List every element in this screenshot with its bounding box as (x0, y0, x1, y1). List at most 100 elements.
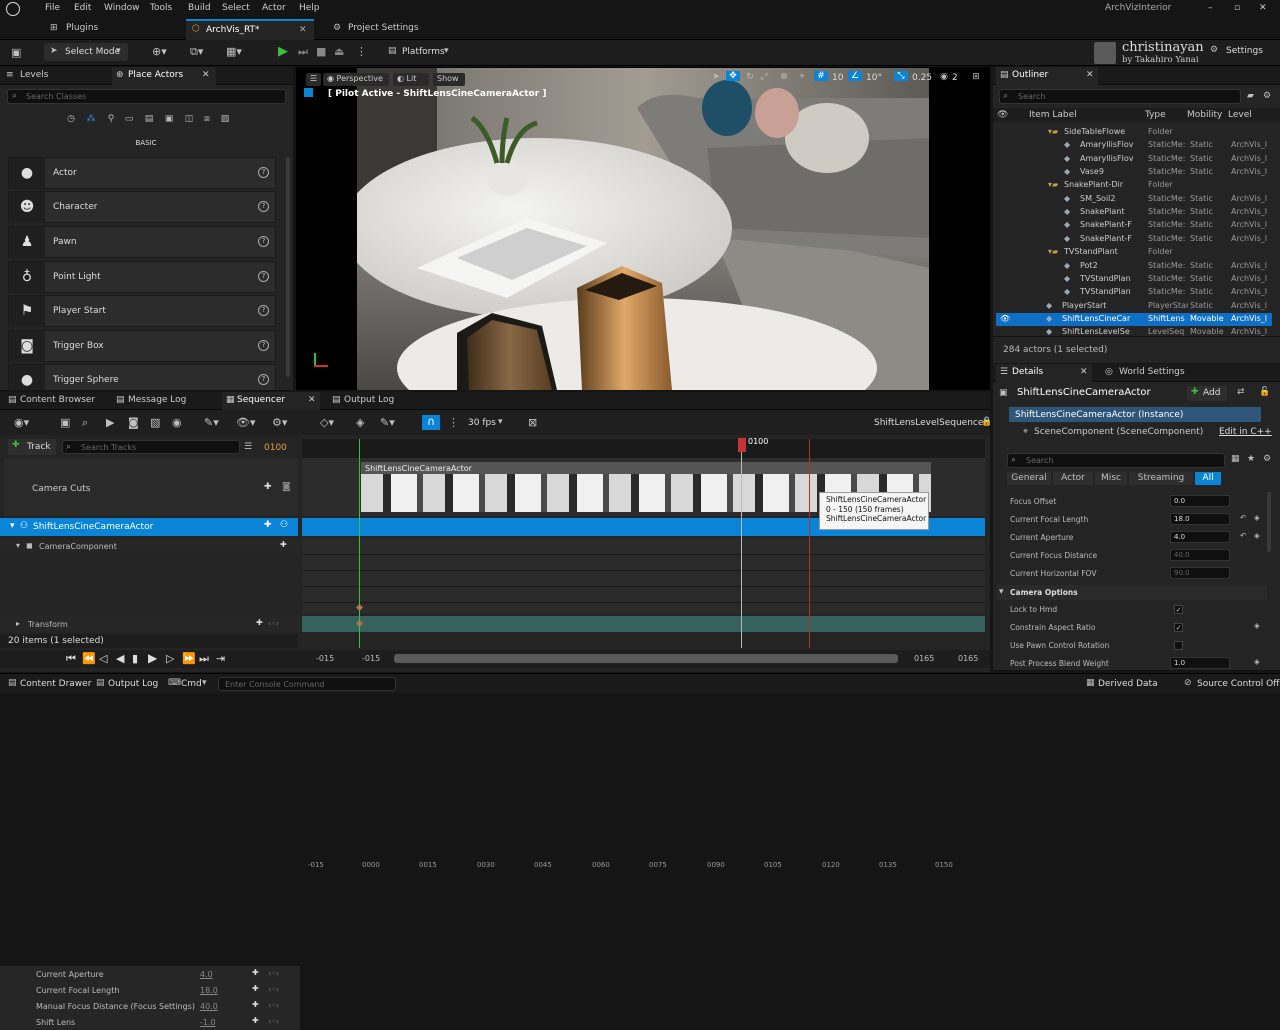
world-local-icon[interactable]: ⊕ (778, 72, 790, 82)
visibility-icon[interactable]: 👁 (1000, 314, 1010, 323)
camera-cuts-track-row[interactable]: Camera Cuts ✚ ◙ (4, 458, 298, 516)
tab-message-log[interactable]: Message Log (128, 395, 186, 405)
key-navigation-icon[interactable]: ‹◦› (268, 619, 279, 628)
timeline-scrollbar[interactable] (394, 654, 898, 663)
menu-actor[interactable]: Actor (262, 3, 286, 13)
tab-details[interactable]: ☰ Details ✕ (996, 364, 1092, 382)
sequencer-property-row[interactable]: Shift Lens -1.0 ✚ ‹◦› (0, 1014, 300, 1030)
scrollbar[interactable] (286, 157, 290, 377)
tab-output-log[interactable]: Output Log (344, 395, 394, 405)
stop-icon[interactable]: ▮ (132, 652, 138, 665)
volumes-icon[interactable]: ⧈ (200, 114, 214, 124)
actor-item-trigger-sphere[interactable]: ● Trigger Sphere? (8, 364, 276, 390)
console-command-input[interactable]: Enter Console Command (218, 677, 396, 691)
add-key-icon[interactable]: ✚ (264, 520, 272, 530)
reset-icon[interactable]: ↶ (1240, 531, 1246, 540)
render-movie-icon[interactable]: ▶ (106, 416, 114, 429)
transform-track-row[interactable]: ▸ Transform ✚ ‹◦› (0, 616, 300, 632)
actor-track-row[interactable]: ▾ ⚇ ShiftLensCineCameraActor ✚ ⚇ (0, 518, 298, 536)
add-key-icon[interactable]: ✚ (256, 618, 263, 627)
filter-icon[interactable]: ☰ (244, 442, 252, 452)
camera-component-row[interactable]: ▾ ◼ CameraComponent ✚ (0, 538, 300, 554)
key-icon[interactable]: ◈ (1254, 657, 1260, 666)
help-icon[interactable]: ? (258, 340, 269, 351)
translate-tool-icon[interactable]: ✥ (726, 71, 740, 81)
property-value-field[interactable]: 18.0 (1170, 513, 1230, 525)
curve-editor-icon[interactable]: ✎▾ (380, 416, 395, 429)
property-value[interactable]: 4.0 (200, 970, 213, 979)
tab-level[interactable]: ⬡ ArchVis_RT* ✕ (186, 19, 314, 40)
key-icon[interactable]: ◈ (1254, 513, 1260, 522)
settings-button[interactable]: Settings (1226, 46, 1263, 56)
lock-icon[interactable]: 🔒 (981, 417, 992, 427)
view-range-end[interactable]: 0165 (958, 654, 978, 663)
scale-tool-icon[interactable]: ⤢ (758, 72, 770, 82)
select-tool-icon[interactable]: ➤ (710, 72, 722, 82)
step-icon[interactable]: ⏭ (298, 45, 308, 59)
grid-view-icon[interactable]: ▦ (1231, 454, 1240, 464)
show-button[interactable]: Show (433, 73, 465, 86)
close-icon[interactable]: ✕ (1259, 3, 1267, 13)
filter-misc[interactable]: Misc (1095, 472, 1127, 485)
lit-button[interactable]: ◐ Lit (393, 73, 429, 86)
blueprint-icon[interactable]: ⧉▾ (190, 45, 203, 59)
filter-all[interactable]: All (1195, 472, 1221, 485)
minimize-icon[interactable]: – (1208, 3, 1213, 13)
source-control-button[interactable]: Source Control Off (1197, 679, 1279, 689)
camera-lock-icon[interactable]: ◉ (172, 416, 182, 429)
tab-close-icon[interactable]: ✕ (202, 70, 210, 80)
surface-snap-icon[interactable]: ⌖ (796, 72, 808, 82)
tab-close-icon[interactable]: ✕ (1080, 367, 1088, 377)
menu-select[interactable]: Select (222, 3, 250, 13)
curve-icon[interactable]: ⊠ (528, 416, 537, 429)
rotate-tool-icon[interactable]: ↻ (744, 72, 756, 82)
property-lanes[interactable] (302, 538, 985, 614)
filter-streaming[interactable]: Streaming (1129, 472, 1193, 485)
menu-tools[interactable]: Tools (150, 3, 172, 13)
column-level[interactable]: Level (1228, 110, 1252, 120)
cinematics-icon[interactable]: ▦▾ (226, 45, 242, 58)
outliner-row[interactable]: ◆ SnakePlant-F StaticMe: Static ArchVis_l (996, 219, 1272, 232)
option-checkbox[interactable]: ✓ (1174, 623, 1183, 632)
scale-snap-value[interactable]: 0.25 (912, 73, 932, 83)
platforms-button[interactable]: ▤ Platforms ▾ (384, 43, 454, 61)
tab-close-icon[interactable]: ✕ (308, 395, 316, 405)
playback-options-icon[interactable]: ⚙▾ (272, 416, 287, 429)
key-navigation-icon[interactable]: ‹◦› (268, 1001, 279, 1010)
tools-icon[interactable]: ✎▾ (204, 416, 219, 429)
end-marker[interactable] (809, 439, 810, 648)
property-value[interactable]: 40.0 (200, 1002, 218, 1011)
add-key-icon[interactable]: ✚ (252, 984, 259, 993)
content-drawer-button[interactable]: Content Drawer (20, 679, 91, 689)
sequencer-property-row[interactable]: Current Aperture 4.0 ✚ ‹◦› (0, 966, 300, 982)
favorite-star-icon[interactable]: ★ (1247, 454, 1255, 464)
search-tracks-input[interactable]: Search Tracks (62, 440, 240, 454)
camera-cut-icon[interactable]: ◙ (128, 416, 139, 429)
stop-icon[interactable]: ■ (316, 45, 326, 58)
tab-close-icon[interactable]: ✕ (1086, 70, 1094, 80)
visual-effects-icon[interactable]: ▣ (162, 114, 176, 124)
outliner-row[interactable]: ▾▰ TVStandPlant Folder (996, 246, 1272, 259)
outliner-row[interactable]: ◆ SM_Soil2 StaticMe: Static ArchVis_l (996, 193, 1272, 206)
more-options-icon[interactable]: ⋮ (356, 45, 367, 58)
search-classes-input[interactable]: Search Classes (7, 89, 286, 104)
perspective-button[interactable]: ◉ Perspective (323, 73, 389, 86)
key-icon[interactable]: ◈ (1254, 531, 1260, 540)
property-value[interactable]: 18.0 (200, 986, 218, 995)
outliner-row[interactable]: ◆ AmaryllisFlov StaticMe: Static ArchVis_l (996, 139, 1272, 152)
add-folder-icon[interactable]: ▰ (1247, 91, 1254, 101)
clapper-icon[interactable]: ▧ (150, 416, 160, 429)
reset-icon[interactable]: ↶ (1240, 513, 1246, 522)
snap-magnet-icon[interactable]: ∩ (422, 415, 440, 430)
outliner-row[interactable]: ◆ Pot2 StaticMe: Static ArchVis_l (996, 260, 1272, 273)
eject-icon[interactable]: ⏏ (334, 45, 344, 58)
tab-content-browser[interactable]: Content Browser (20, 395, 95, 405)
camera-options-section[interactable]: ▾ Camera Options (997, 585, 1267, 600)
scene-component-row[interactable]: SceneComponent (SceneComponent) (1034, 427, 1203, 437)
step-forward-icon[interactable]: ▷ (166, 652, 174, 665)
tab-levels[interactable]: Levels (20, 70, 48, 80)
option-checkbox[interactable] (1174, 641, 1183, 650)
property-value[interactable]: -1.0 (200, 1018, 216, 1027)
key-interp-icon[interactable]: ◈ (356, 416, 364, 429)
add-key-icon[interactable]: ✚ (264, 482, 272, 492)
